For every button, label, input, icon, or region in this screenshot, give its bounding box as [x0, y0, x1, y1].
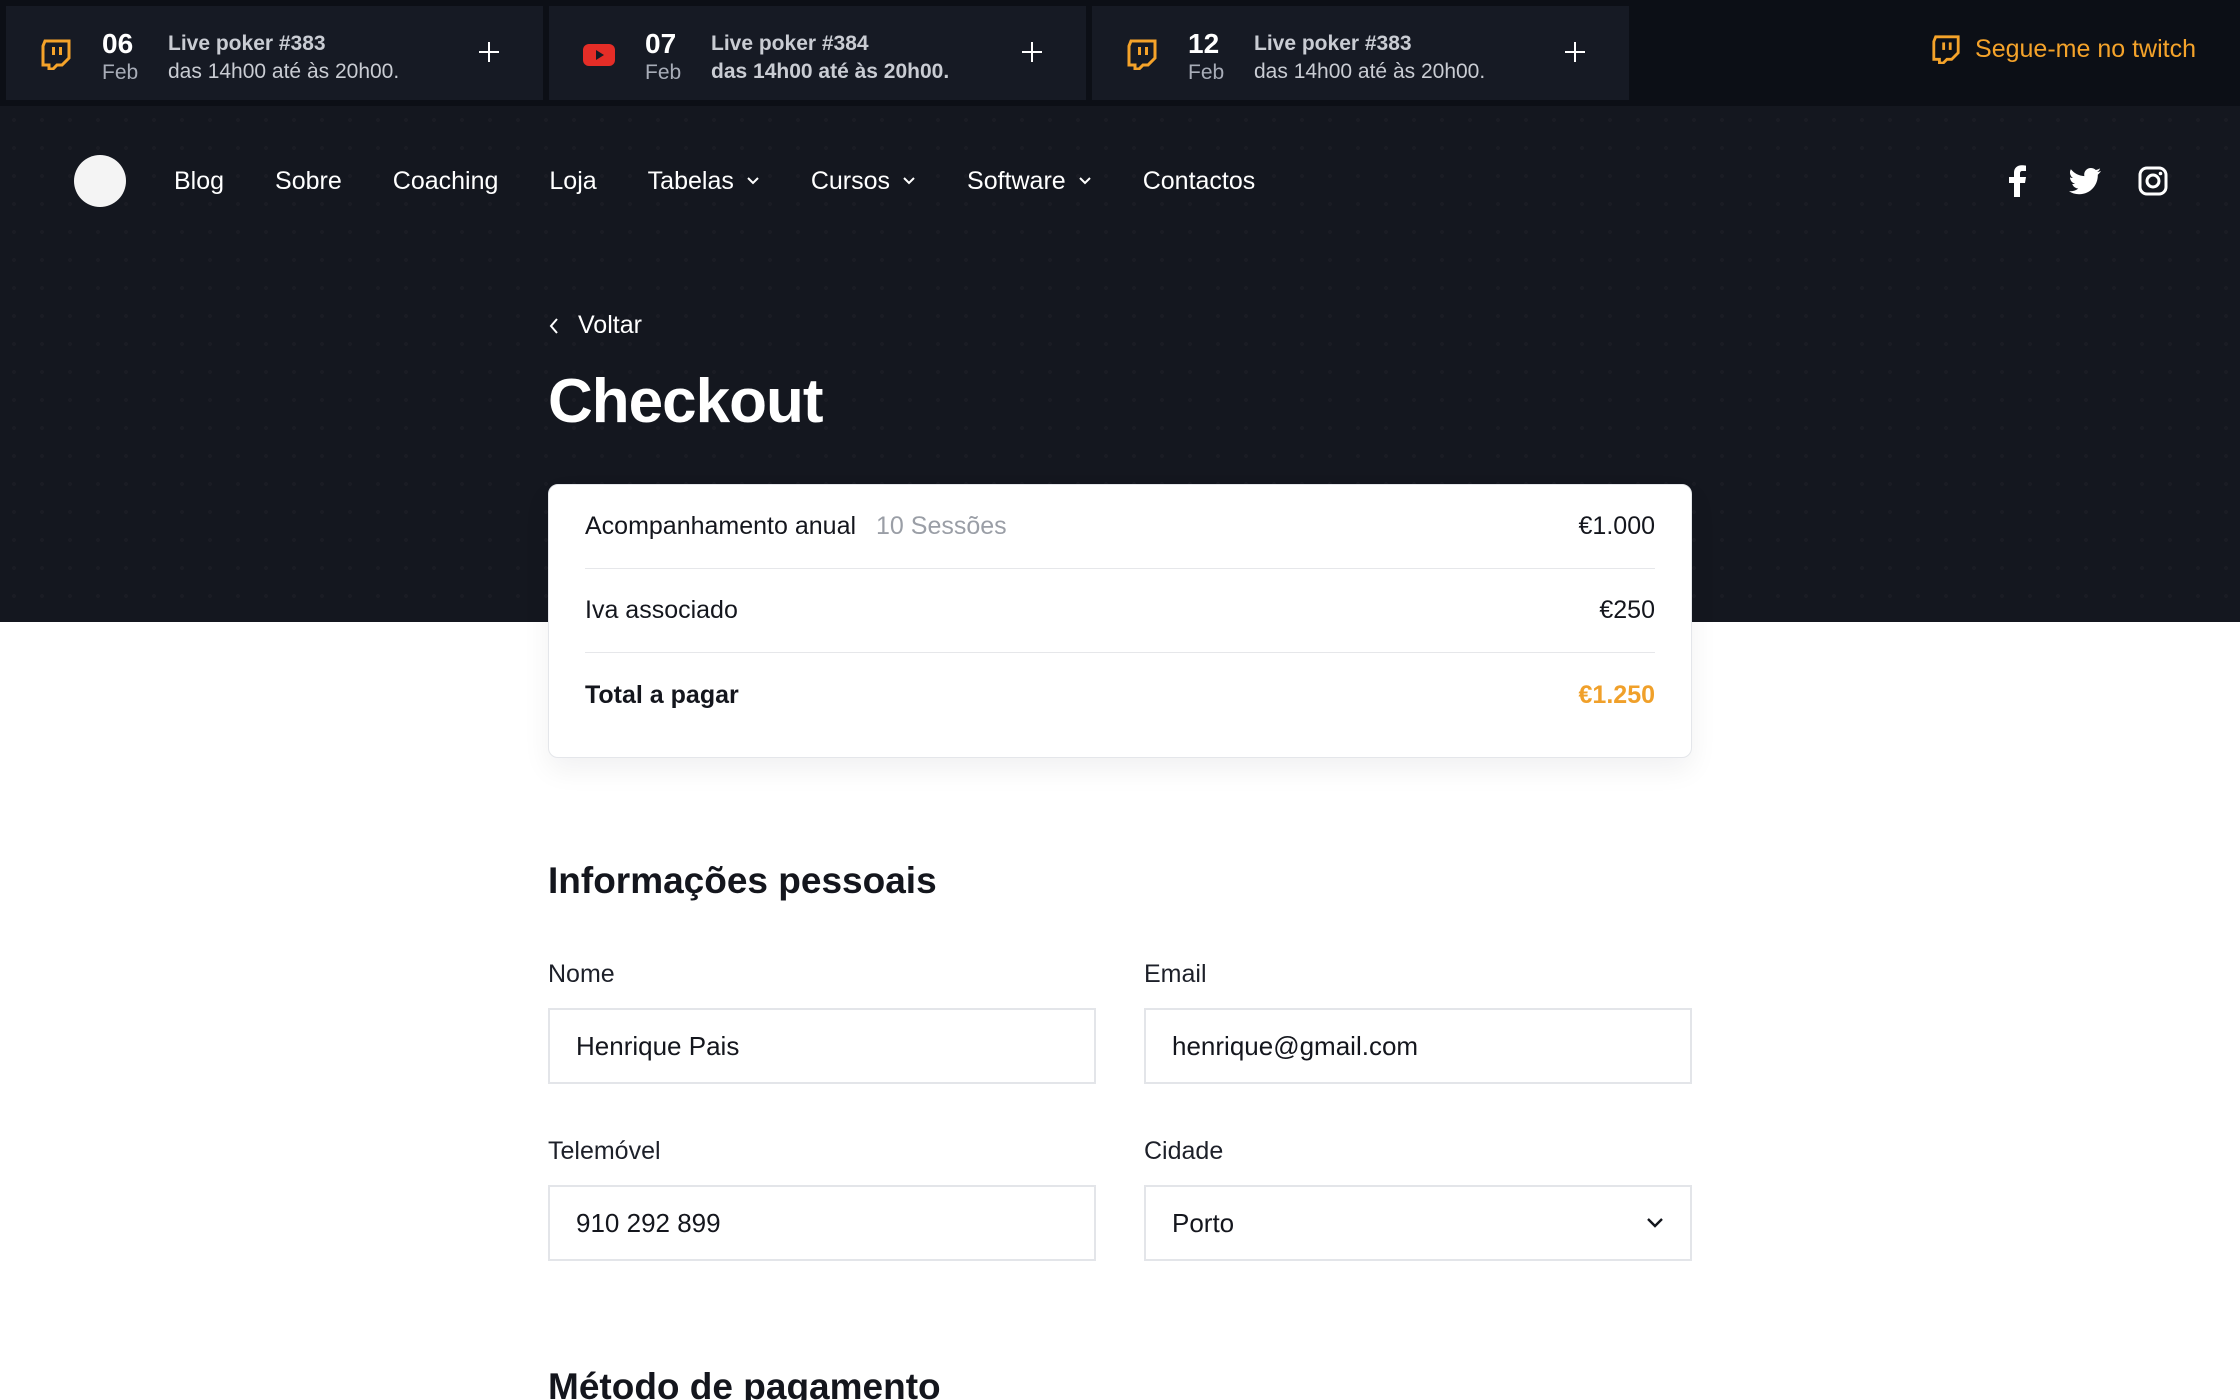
name-value: Henrique Pais: [576, 1030, 740, 1061]
page-title: Checkout: [548, 367, 823, 436]
nav-label: Loja: [549, 167, 597, 195]
nav-tabelas[interactable]: Tabelas: [648, 162, 760, 200]
name-field: Nome Henrique Pais: [548, 958, 1096, 1084]
chevron-down-icon: [747, 177, 759, 185]
main-nav: Blog Sobre Coaching Loja Tabelas Cursos …: [0, 106, 2240, 256]
event-day: 06: [102, 28, 134, 59]
twitch-icon: [1932, 35, 1960, 64]
add-event-icon[interactable]: [1563, 40, 1587, 64]
personal-info-title: Informações pessoais: [548, 860, 937, 901]
event-time: das 14h00 até às 20h00.: [1254, 60, 1486, 83]
phone-label: Telemóvel: [548, 1137, 661, 1165]
event-title: Live poker #383: [1254, 32, 1412, 55]
summary-row-tax: Iva associado €250: [585, 569, 1655, 653]
follow-twitch-link[interactable]: Segue-me no twitch: [1931, 34, 2196, 64]
event-day: 07: [645, 28, 677, 59]
email-value: henrique@gmail.com: [1172, 1030, 1419, 1061]
nav-coaching[interactable]: Coaching: [393, 162, 499, 200]
event-date: 07 Feb: [645, 28, 705, 86]
summary-row-item: Acompanhamento anual 10 Sessões €1.000: [585, 485, 1655, 569]
event-month: Feb: [645, 61, 682, 84]
event-time: das 14h00 até às 20h00.: [168, 60, 400, 83]
event-month: Feb: [102, 61, 139, 84]
nav-label: Sobre: [275, 167, 342, 195]
phone-input[interactable]: 910 292 899: [548, 1185, 1096, 1261]
chevron-down-icon: [1078, 177, 1091, 185]
nav-cursos[interactable]: Cursos: [811, 162, 916, 200]
event-text: Live poker #383 das 14h00 até às 20h00.: [168, 30, 399, 86]
name-input[interactable]: Henrique Pais: [548, 1008, 1096, 1084]
chevron-down-icon: [1647, 1218, 1663, 1228]
events-bar: 06 Feb Live poker #383 das 14h00 até às …: [0, 0, 2240, 106]
email-label: Email: [1144, 960, 1207, 988]
event-date: 06 Feb: [102, 28, 162, 86]
payment-method-title: Método de pagamento: [548, 1366, 941, 1400]
twitch-icon: [1127, 39, 1157, 70]
youtube-icon: [583, 44, 615, 66]
city-label: Cidade: [1144, 1137, 1224, 1165]
instagram-icon[interactable]: [2136, 164, 2170, 198]
nav-software[interactable]: Software: [967, 162, 1092, 200]
summary-item-detail: 10 Sessões: [876, 512, 1007, 540]
twitter-icon[interactable]: [2068, 164, 2102, 198]
event-time: das 14h00 até às 20h00.: [711, 60, 950, 83]
nav-label: Coaching: [392, 167, 499, 195]
event-text: Live poker #384 das 14h00 até às 20h00.: [711, 30, 949, 86]
summary-item: Acompanhamento anual 10 Sessões: [585, 512, 1007, 541]
nav-label: Cursos: [810, 167, 891, 195]
event-month: Feb: [1188, 61, 1225, 84]
email-input[interactable]: henrique@gmail.com: [1144, 1008, 1692, 1084]
event-title: Live poker #383: [168, 32, 326, 55]
city-value: Porto: [1172, 1207, 1235, 1238]
social-links: [1966, 164, 2170, 198]
city-field: Cidade Porto: [1144, 1135, 1692, 1261]
event-day: 12: [1188, 28, 1220, 59]
email-field: Email henrique@gmail.com: [1144, 958, 1692, 1084]
follow-twitch-label: Segue-me no twitch: [1975, 34, 2196, 63]
nav-sobre[interactable]: Sobre: [275, 162, 342, 200]
nav-blog[interactable]: Blog: [174, 162, 224, 200]
nav-contactos[interactable]: Contactos: [1143, 162, 1256, 200]
event-date: 12 Feb: [1188, 28, 1248, 86]
event-card[interactable]: 06 Feb Live poker #383 das 14h00 até às …: [6, 6, 543, 100]
facebook-icon[interactable]: [2000, 164, 2034, 198]
nav-label: Tabelas: [647, 167, 734, 195]
event-card[interactable]: 12 Feb Live poker #383 das 14h00 até às …: [1092, 6, 1629, 100]
add-event-icon[interactable]: [1020, 40, 1044, 64]
nav-loja[interactable]: Loja: [549, 162, 596, 200]
summary-tax-label: Iva associado: [585, 596, 738, 624]
chevron-down-icon: [903, 177, 915, 185]
summary-total-price: €1.250: [1578, 680, 1655, 709]
event-text: Live poker #383 das 14h00 até às 20h00.: [1254, 30, 1485, 86]
event-card[interactable]: 07 Feb Live poker #384 das 14h00 até às …: [549, 6, 1086, 100]
nav-label: Blog: [174, 167, 225, 195]
phone-value: 910 292 899: [576, 1207, 721, 1238]
summary-total-label: Total a pagar: [585, 680, 739, 709]
twitch-icon: [41, 39, 71, 70]
back-link[interactable]: Voltar: [548, 311, 642, 340]
name-label: Nome: [548, 960, 615, 988]
chevron-left-icon: [549, 317, 558, 334]
summary-item-price: €1.000: [1578, 512, 1655, 540]
nav-label: Software: [967, 167, 1066, 195]
nav-label: Contactos: [1142, 167, 1256, 195]
nav-links: Blog Sobre Coaching Loja Tabelas Cursos …: [174, 162, 1306, 200]
logo[interactable]: [74, 155, 126, 207]
summary-item-label: Acompanhamento anual: [585, 512, 857, 540]
event-title: Live poker #384: [711, 32, 869, 55]
phone-field: Telemóvel 910 292 899: [548, 1135, 1096, 1261]
summary-tax-price: €250: [1599, 596, 1655, 624]
add-event-icon[interactable]: [477, 40, 501, 64]
back-label: Voltar: [578, 311, 642, 339]
summary-row-total: Total a pagar €1.250: [585, 653, 1655, 737]
city-select[interactable]: Porto: [1144, 1185, 1692, 1261]
order-summary: Acompanhamento anual 10 Sessões €1.000 Iv…: [548, 484, 1692, 758]
